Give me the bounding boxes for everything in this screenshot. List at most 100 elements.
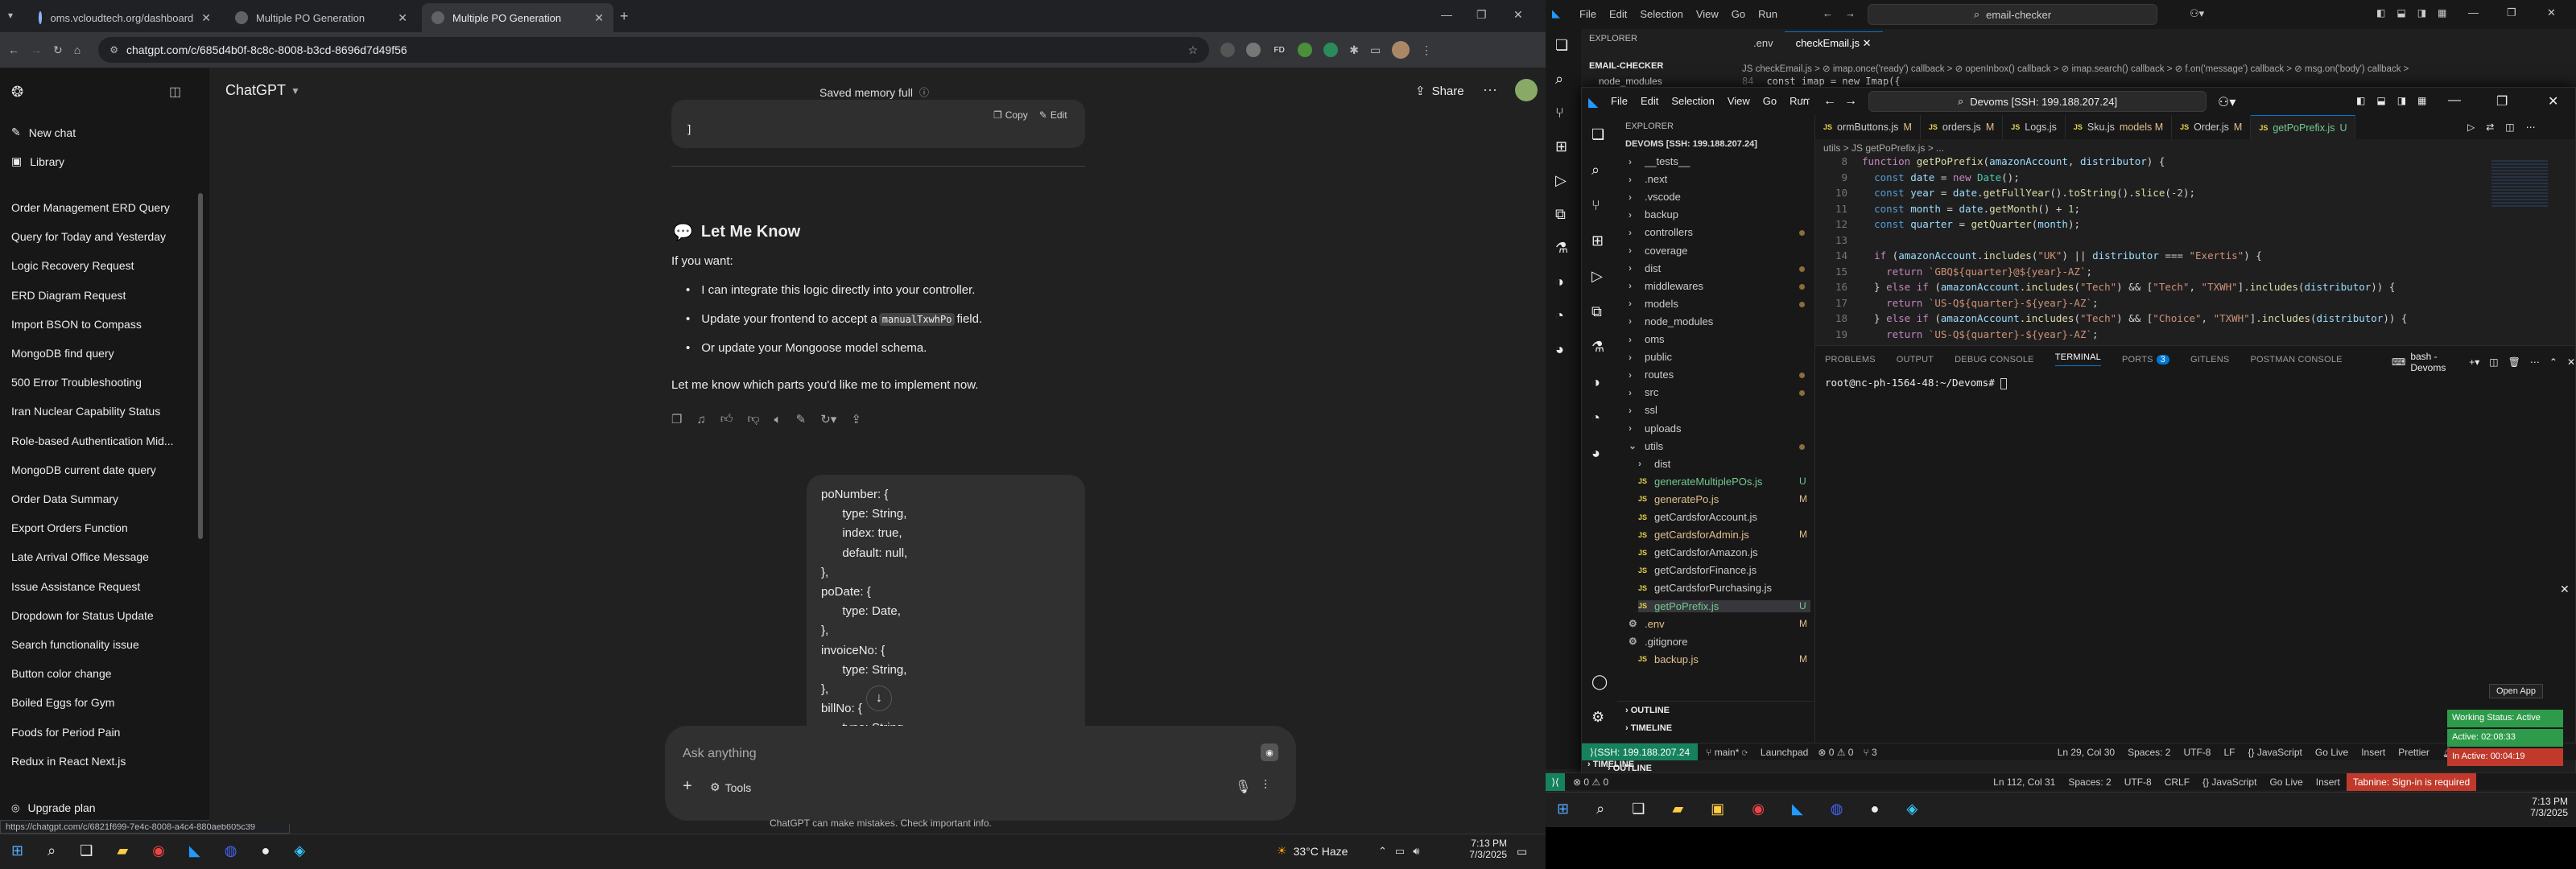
browser-tab-oms[interactable]: oms.vcloudtech.org/dashboard ✕	[29, 3, 221, 32]
weather-widget[interactable]: ☀ 33°C Haze	[1277, 844, 1348, 858]
gitlens-icon[interactable]: ◑	[1591, 374, 1600, 391]
timeline-section[interactable]: › TIMELINE	[1625, 723, 1672, 733]
copy-code-button[interactable]: ❐ Copy	[993, 109, 1028, 121]
vscode-icon[interactable]: ◣	[1792, 801, 1803, 818]
site-info-icon[interactable]: ⚙	[109, 44, 118, 56]
remote-indicator[interactable]: ⟩⟨ SSH: 199.188.207.24	[1582, 743, 1699, 761]
extension-icon[interactable]	[1323, 43, 1339, 57]
editor-tab[interactable]: JS Logs.js	[2003, 115, 2066, 139]
insert-mode[interactable]: Insert	[2310, 776, 2347, 788]
edit-canvas-icon[interactable]: ✎	[796, 412, 807, 426]
file-item[interactable]: JS getCardsforAccount.js	[1638, 511, 1757, 523]
compare-icon[interactable]: ⇄	[2486, 121, 2494, 133]
folder-item[interactable]: › oms	[1629, 333, 1665, 345]
folder-item[interactable]: › dist	[1629, 262, 1661, 274]
network-icon[interactable]: ▭	[1395, 845, 1405, 858]
language-mode[interactable]: {} JavaScript	[2241, 747, 2308, 758]
copy-icon[interactable]: ❐	[671, 412, 682, 426]
launchpad-item[interactable]: Launchpad	[1756, 747, 1813, 758]
tools-button[interactable]: ⚙ Tools	[710, 780, 751, 794]
copilot-icon[interactable]: ⚇▾	[2190, 7, 2204, 20]
chat-history-item[interactable]: Export Orders Function	[11, 521, 128, 534]
folder-item[interactable]: › backup	[1629, 208, 1678, 220]
more-menu-icon[interactable]: ⋯	[1801, 93, 1810, 105]
folder-item[interactable]: › routes	[1629, 369, 1674, 381]
remote-indicator[interactable]: ⟩⟨	[1546, 772, 1565, 791]
cursor-position[interactable]: Ln 29, Col 30	[2051, 747, 2121, 758]
postman-icon[interactable]: ◕	[1555, 341, 1564, 358]
gitlens-icon[interactable]: ◑	[1555, 274, 1564, 290]
openai-logo-icon[interactable]: ❂	[11, 84, 23, 101]
speaker-icon[interactable]: 🔈︎	[774, 413, 782, 426]
docker-icon[interactable]: ◔	[1555, 307, 1564, 324]
nav-forward-icon[interactable]: →	[1845, 7, 1856, 19]
tabnine-item[interactable]: Tabnine: Sign-in is required	[2346, 772, 2477, 791]
layout-secondary-icon[interactable]: ◨	[2417, 7, 2426, 19]
minimize-icon[interactable]: —	[2448, 93, 2461, 108]
read-aloud-icon[interactable]: ♫	[696, 413, 705, 426]
docker-icon[interactable]: ◔	[1591, 410, 1600, 426]
regenerate-icon[interactable]: ↻▾	[820, 412, 836, 426]
panel-tab-ports[interactable]: PORTS 3	[2122, 354, 2169, 364]
editor-tab[interactable]: JS orders.js M	[1921, 115, 2004, 139]
search-icon[interactable]: ⌕	[1555, 71, 1563, 88]
chrome-menu-icon[interactable]: ⋮	[1421, 43, 1432, 57]
ports-item[interactable]: ⑂ 3	[1858, 747, 1881, 758]
folder-item[interactable]: › node_modules	[1629, 315, 1713, 327]
file-explorer-icon[interactable]: ▰	[117, 842, 128, 859]
language-mode[interactable]: {} JavaScript	[2196, 776, 2263, 788]
close-tab-icon[interactable]: ✕	[594, 11, 604, 25]
menu-item-go[interactable]: Go	[1763, 95, 1777, 107]
close-sidebar-icon[interactable]: ◫	[169, 84, 181, 100]
run-debug-icon[interactable]: ▷	[1555, 172, 1567, 189]
line-ending[interactable]: LF	[2217, 747, 2241, 758]
file-item[interactable]: JS generatePo.js	[1638, 493, 1719, 505]
close-window-icon[interactable]: ✕	[2547, 6, 2556, 19]
folder-item[interactable]: › dist	[1638, 458, 1670, 470]
split-terminal-icon[interactable]: ◫	[2489, 356, 2498, 368]
more-actions-icon[interactable]: ⋯	[2530, 356, 2540, 368]
layout-panel-icon[interactable]: ⬓	[2396, 7, 2405, 19]
library-button[interactable]: ▣ Library	[11, 154, 64, 168]
extension-icon[interactable]	[1220, 43, 1236, 57]
menu-item-view[interactable]: View	[1728, 95, 1750, 107]
menu-item-go[interactable]: Go	[1732, 8, 1745, 20]
menu-item-edit[interactable]: Edit	[1641, 95, 1658, 107]
chat-history-item[interactable]: Logic Recovery Request	[11, 259, 134, 272]
source-control-icon[interactable]: ⑂	[1555, 105, 1564, 121]
tab-search-icon[interactable]: ▾	[8, 10, 13, 21]
app-icon[interactable]: ◈	[1906, 801, 1918, 818]
upgrade-plan-button[interactable]: ◎ Upgrade plan	[11, 801, 96, 814]
nav-back-icon[interactable]: ←	[1823, 94, 1836, 109]
avatar[interactable]	[1515, 79, 1538, 101]
browser-tab-po-1[interactable]: Multiple PO Generation ✕	[225, 3, 417, 32]
split-editor-icon[interactable]: ◫	[2505, 121, 2514, 133]
back-timeline-section[interactable]: › TIMELINE	[1587, 760, 1634, 769]
file-explorer-icon[interactable]: ▰	[1672, 801, 1683, 818]
menu-item-file[interactable]: File	[1611, 95, 1628, 107]
problems-item[interactable]: ⊗ 0 ⚠ 0	[1565, 776, 1616, 788]
task-view-icon[interactable]: ❑	[1632, 801, 1645, 818]
sidepanel-icon[interactable]: ▭	[1370, 43, 1381, 57]
file-item[interactable]: JS getCardsforAdmin.js	[1638, 529, 1749, 541]
chat-history-item[interactable]: Iran Nuclear Capability Status	[11, 405, 160, 418]
share-icon[interactable]: ⇪	[851, 412, 861, 426]
chrome-icon[interactable]: ◉	[152, 842, 165, 859]
search-icon[interactable]: ⌕	[1591, 162, 1600, 179]
go-live-button[interactable]: Go Live	[2309, 747, 2355, 758]
folder-item[interactable]: › .next	[1629, 173, 1667, 185]
chat-history-item[interactable]: Search functionality issue	[11, 638, 139, 651]
chat-history-item[interactable]: Late Arrival Office Message	[11, 550, 149, 563]
vscode-icon[interactable]: ◣	[189, 842, 200, 859]
new-tab-icon[interactable]: +	[620, 8, 629, 25]
chat-history-item[interactable]: Order Data Summary	[11, 492, 118, 505]
store-icon[interactable]: ▣	[1711, 801, 1724, 818]
file-item[interactable]: JS backup.js	[1638, 653, 1699, 665]
layout-sidebar-icon[interactable]: ◧	[2376, 7, 2385, 19]
chat-history-item[interactable]: Dropdown for Status Update	[11, 609, 154, 622]
new-terminal-icon[interactable]: +▾	[2469, 356, 2479, 368]
menu-item-run[interactable]: Run	[1758, 8, 1777, 20]
nav-back-icon[interactable]: ←	[1823, 7, 1833, 19]
copilot-icon[interactable]: ⚇▾	[2218, 94, 2235, 110]
maximize-icon[interactable]: ❐	[1476, 8, 1487, 22]
